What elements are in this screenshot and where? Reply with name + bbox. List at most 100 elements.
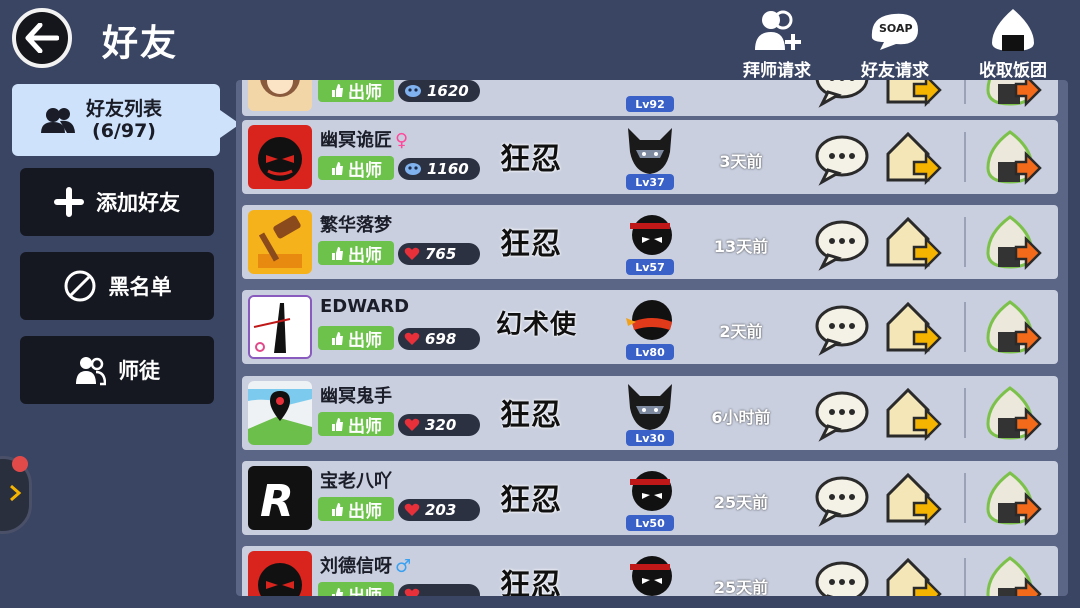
mentor-request-button[interactable]: 拜师请求	[718, 6, 836, 81]
blacklist-label: 黑名单	[108, 275, 172, 299]
graduate-button[interactable]: 出师	[318, 582, 394, 596]
graduate-label: 出师	[348, 501, 382, 522]
list-item[interactable]: 出师 1620 Lv92	[242, 80, 1058, 116]
send-rice-ball-icon[interactable]	[982, 128, 1042, 188]
send-rice-ball-icon[interactable]	[982, 298, 1042, 358]
friend-request-button[interactable]: SOAP 好友请求	[836, 6, 954, 81]
list-item[interactable]: 幽冥鬼手 出师 320 狂忍 Lv30 6小时前	[242, 376, 1058, 450]
list-item[interactable]: 繁华落梦 出师 765 狂忍 Lv57 13天前	[242, 205, 1058, 279]
send-rice-ball-icon[interactable]	[982, 80, 1042, 110]
chat-icon[interactable]	[814, 213, 874, 273]
avatar[interactable]	[248, 80, 312, 111]
stat-value: 203	[398, 499, 480, 521]
mentor-button[interactable]: 师徒	[20, 336, 214, 404]
avatar-silhouette-icon	[250, 297, 310, 357]
visit-home-icon[interactable]	[882, 128, 942, 188]
friends-icon	[41, 108, 75, 133]
back-button[interactable]	[12, 8, 72, 68]
notification-dot	[12, 456, 28, 472]
chat-icon[interactable]	[814, 554, 874, 596]
visit-home-icon[interactable]	[882, 213, 942, 273]
mask-icon	[405, 163, 421, 175]
tab-friend-list[interactable]: 好友列表 (6/97)	[12, 84, 220, 156]
graduate-label: 出师	[348, 160, 382, 181]
chat-icon[interactable]	[814, 128, 874, 188]
character-class: 狂忍	[500, 142, 562, 177]
visit-home-icon[interactable]	[882, 469, 942, 529]
chat-icon[interactable]	[814, 80, 874, 110]
character-class: 狂忍	[500, 227, 562, 262]
chat-icon[interactable]	[814, 384, 874, 444]
graduate-button[interactable]: 出师	[318, 497, 394, 522]
friend-name: 幽冥诡匠 ♀	[320, 130, 409, 151]
red-ninja-icon	[626, 300, 672, 340]
list-item[interactable]: 幽冥诡匠 ♀ 出师 1160 狂忍 Lv37 3天前	[242, 120, 1058, 194]
graduate-button[interactable]: 出师	[318, 156, 394, 181]
collect-rice-ball-button[interactable]: 收取饭团	[954, 6, 1072, 81]
character-portrait: Lv57	[622, 207, 678, 277]
avatar[interactable]	[248, 295, 312, 359]
avatar[interactable]	[248, 125, 312, 189]
level-badge: Lv50	[626, 515, 674, 531]
stat-value: 698	[398, 328, 480, 350]
block-icon	[64, 270, 95, 302]
stat-number: 765	[425, 245, 457, 263]
avatar-map-icon	[248, 381, 312, 445]
thumb-icon	[332, 162, 343, 175]
graduate-button[interactable]: 出师	[318, 326, 394, 351]
chat-icon[interactable]	[814, 469, 874, 529]
list-item[interactable]: R 宝老八吖 出师 203 狂忍 Lv50 25天前	[242, 461, 1058, 535]
visit-home-icon[interactable]	[882, 298, 942, 358]
avatar[interactable]	[248, 381, 312, 445]
graduate-button[interactable]: 出师	[318, 241, 394, 266]
visit-home-icon[interactable]	[882, 554, 942, 596]
character-portrait: Lv92	[622, 80, 678, 114]
divider	[964, 558, 966, 596]
chevron-right-icon	[10, 484, 22, 502]
arrow-left-icon	[25, 23, 59, 53]
avatar[interactable]	[248, 210, 312, 274]
list-item[interactable]: EDWARD 出师 698 幻术使 Lv80 2天前	[242, 290, 1058, 364]
wolf-ninja-icon	[628, 128, 672, 174]
heart-icon	[404, 332, 420, 345]
divider	[964, 473, 966, 523]
level-badge: Lv37	[626, 174, 674, 190]
avatar[interactable]	[248, 551, 312, 596]
add-friend-button[interactable]: 添加好友	[20, 168, 214, 236]
friend-request-label: 好友请求	[861, 61, 929, 81]
friend-list[interactable]: 出师 1620 Lv92 幽冥诡匠 ♀ 出师 1160 狂忍 Lv37 3天前 …	[236, 80, 1068, 596]
visit-home-icon[interactable]	[882, 80, 942, 110]
graduate-button[interactable]: 出师	[318, 80, 394, 103]
character-portrait: Lv30	[622, 378, 678, 448]
list-item[interactable]: 刘德信呀♂ 出师 狂忍 25天前	[242, 546, 1058, 596]
character-portrait: Lv37	[622, 122, 678, 192]
friend-name: 繁华落梦	[320, 215, 392, 236]
stat-value: 1160	[398, 158, 480, 180]
send-rice-ball-icon[interactable]	[982, 554, 1042, 596]
heart-icon	[404, 418, 420, 431]
character-class: 幻术使	[496, 310, 578, 340]
avatar[interactable]: R	[248, 466, 312, 530]
send-rice-ball-icon[interactable]	[982, 213, 1042, 273]
stat-value: 320	[398, 414, 480, 436]
blacklist-button[interactable]: 黑名单	[20, 252, 214, 320]
stat-number: 1620	[427, 82, 469, 100]
thumb-icon	[332, 247, 343, 260]
character-portrait: Lv50	[622, 463, 678, 533]
last-online: 2天前	[719, 322, 763, 341]
black-ninja-icon	[630, 215, 672, 255]
friend-name: EDWARD	[320, 296, 410, 317]
rice-ball-icon	[992, 9, 1034, 51]
avatar-hammer-icon	[248, 210, 312, 274]
plus-icon	[54, 187, 84, 217]
visit-home-icon[interactable]	[882, 384, 942, 444]
divider	[964, 217, 966, 267]
last-online: 3天前	[719, 152, 763, 171]
chat-icon[interactable]	[814, 298, 874, 358]
send-rice-ball-icon[interactable]	[982, 469, 1042, 529]
thumb-icon	[332, 84, 343, 97]
character-portrait: Lv80	[622, 292, 678, 362]
graduate-button[interactable]: 出师	[318, 412, 394, 437]
heart-icon	[404, 588, 420, 596]
send-rice-ball-icon[interactable]	[982, 384, 1042, 444]
